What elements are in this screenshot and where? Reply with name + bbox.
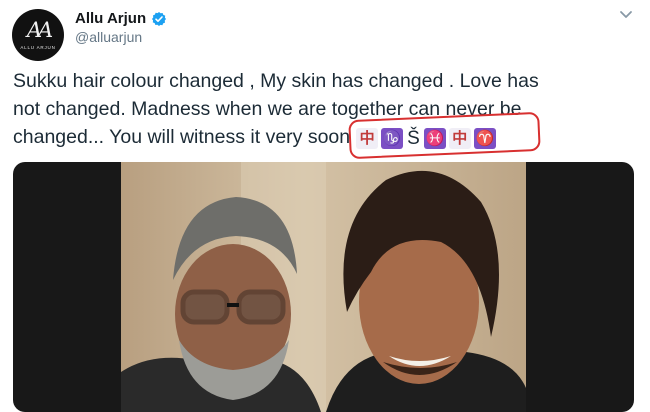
chinese-character-tile-icon: 中 xyxy=(356,128,379,150)
tweet-text-line: not changed. Madness when we are togethe… xyxy=(13,98,522,120)
avatar-caption: ALLU ARJUN xyxy=(20,45,56,50)
avatar-monogram: AA xyxy=(26,18,53,42)
chevron-down-icon[interactable] xyxy=(618,8,634,22)
author-name[interactable]: Allu Arjun xyxy=(75,10,146,27)
tweet-text-line: Sukku hair colour changed , My skin has … xyxy=(13,70,539,92)
tweet-text-line: changed... You will witness it very soon xyxy=(13,126,351,148)
aries-zodiac-icon: ♈ xyxy=(473,128,496,150)
author-handle[interactable]: @alluarjun xyxy=(75,29,142,45)
author-row: Allu Arjun xyxy=(75,10,167,27)
tweet-photo xyxy=(121,162,526,412)
tweet-text: Sukku hair colour changed , My skin has … xyxy=(13,67,638,159)
pisces-zodiac-icon: ♓ xyxy=(423,128,446,150)
chinese-character-tile-icon: 中 xyxy=(448,128,471,150)
capricorn-zodiac-icon: ♑ xyxy=(381,128,404,150)
avatar[interactable]: AA ALLU ARJUN xyxy=(12,9,64,61)
photo-illustration xyxy=(121,162,526,412)
verified-badge-icon xyxy=(152,11,167,26)
letter-s-caron-icon: Š xyxy=(407,128,420,150)
emoji-group: 中 ♑ Š ♓ 中 ♈ xyxy=(348,111,541,159)
tweet-media[interactable] xyxy=(13,162,634,412)
